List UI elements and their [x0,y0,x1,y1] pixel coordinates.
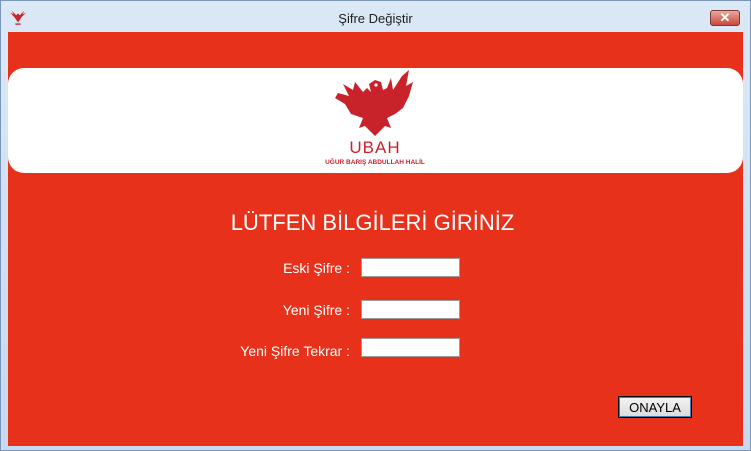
logo-subtitle: UĞUR BARIŞ ABDULLAH HALİL [325,159,425,166]
confirm-button[interactable]: ONAYLA [618,396,692,418]
old-password-input[interactable] [361,258,460,277]
new-password-label: Yeni Şifre : [282,302,350,318]
close-button[interactable]: ✕ [710,10,740,26]
new-password-input[interactable] [361,300,460,319]
form-heading: LÜTFEN BİLGİLERİ GİRİNİZ [230,210,515,235]
window-title: Şifre Değiştir [338,11,413,26]
eagle-logo-icon [335,70,413,136]
confirm-password-input[interactable] [361,338,460,357]
confirm-password-label: Yeni Şifre Tekrar : [240,343,350,359]
change-password-window: Şifre Değiştir ✕ UBAH UĞUR BARIŞ ABDULLA… [0,0,751,451]
old-password-label: Eski Şifre : [283,260,350,276]
ubah-logo: UBAH UĞUR BARIŞ ABDULLAH HALİL [305,68,445,173]
logo-wordmark: UBAH [349,138,401,157]
title-bar[interactable]: Şifre Değiştir ✕ [1,1,750,32]
close-icon: ✕ [719,10,731,25]
client-area: UBAH UĞUR BARIŞ ABDULLAH HALİL LÜTFEN Bİ… [8,32,743,446]
logo-banner: UBAH UĞUR BARIŞ ABDULLAH HALİL [8,68,743,173]
